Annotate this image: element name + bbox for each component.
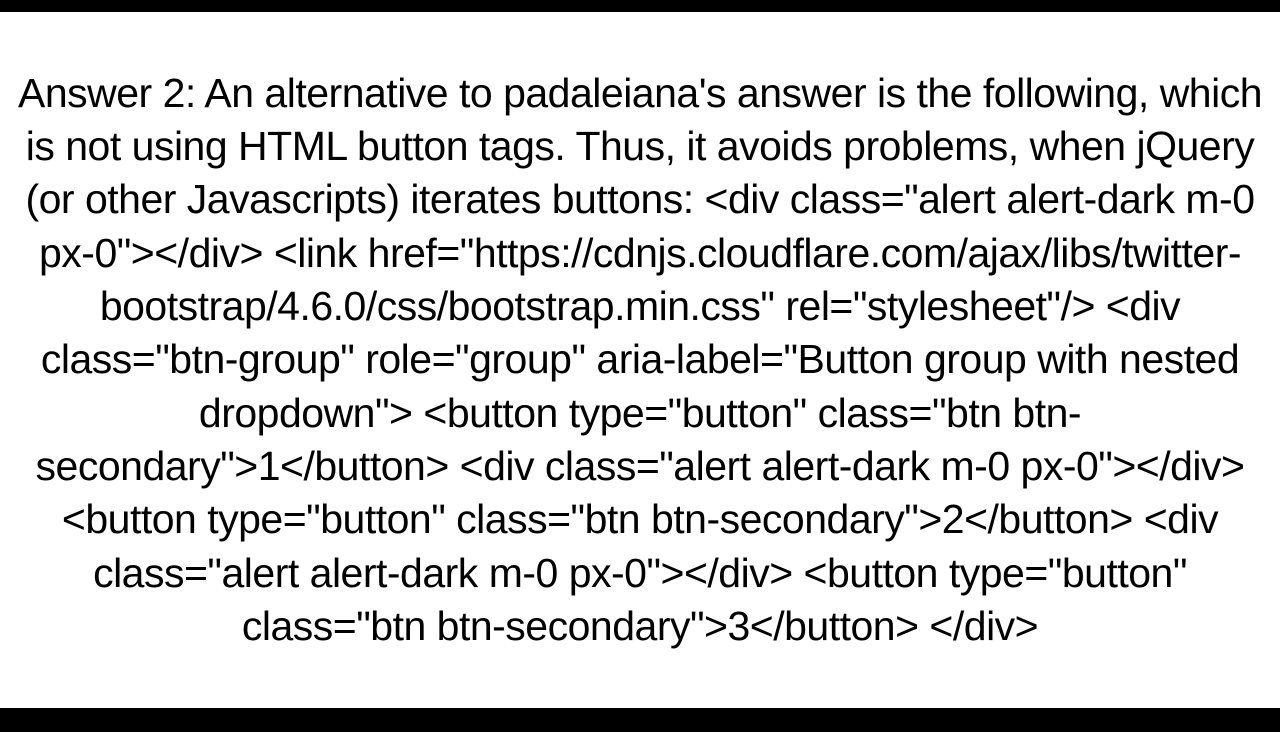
content-area: Answer 2: An alternative to padaleiana's… [0,12,1280,708]
answer-text: Answer 2: An alternative to padaleiana's… [6,67,1274,653]
